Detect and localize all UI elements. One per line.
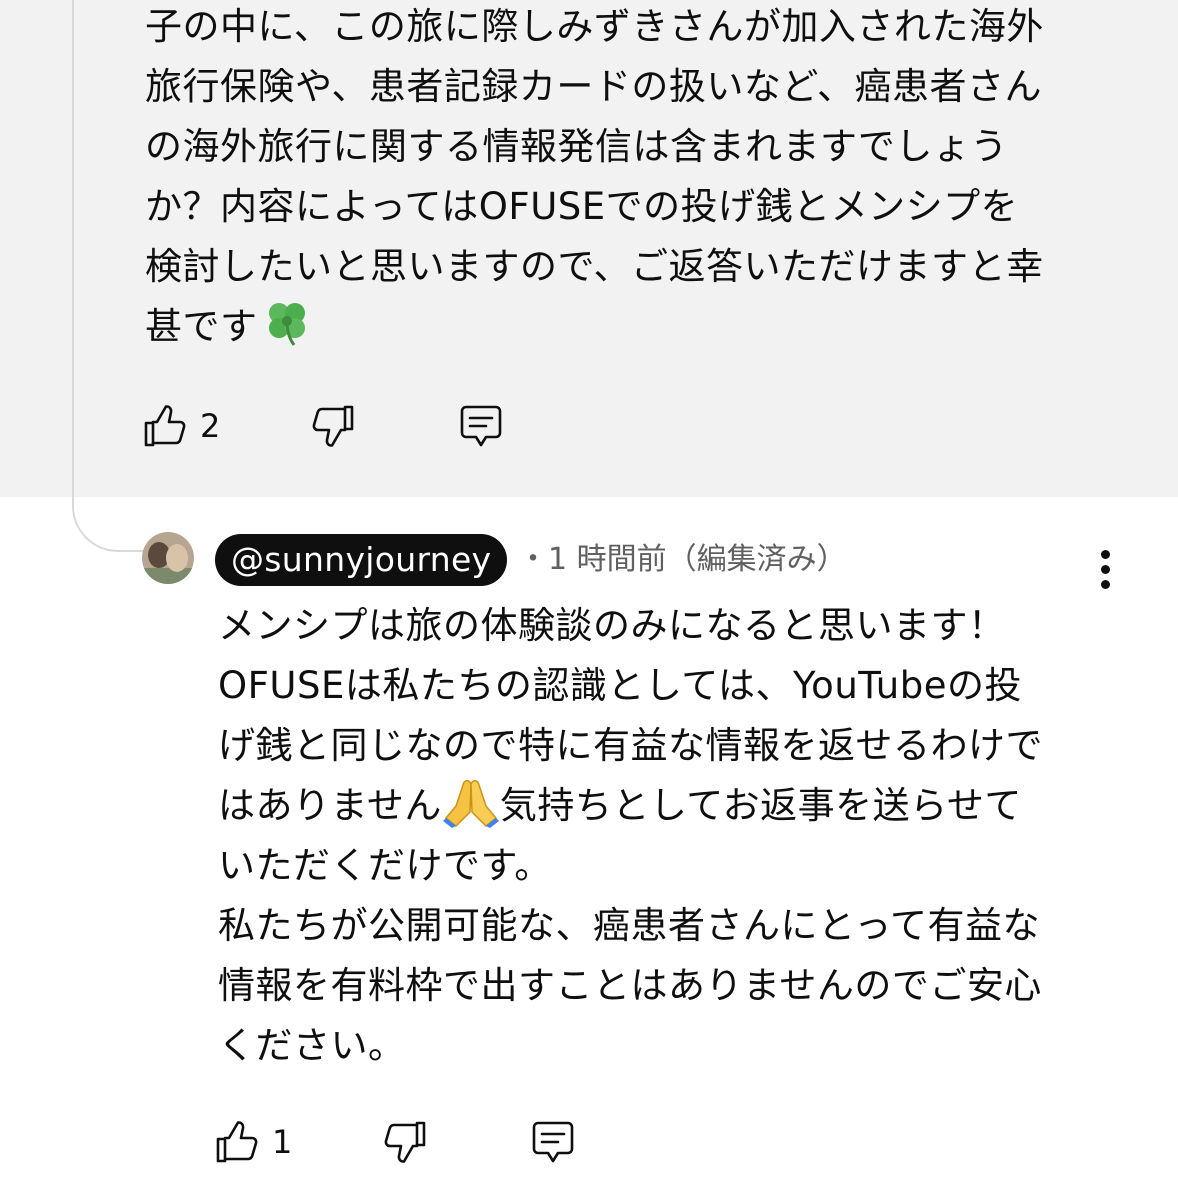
more-vert-icon[interactable]	[1086, 544, 1126, 596]
dislike-button[interactable]	[380, 1117, 528, 1167]
like-button[interactable]: 2	[140, 401, 308, 451]
thumbs-down-icon	[312, 405, 354, 447]
parent-comment-text: 子の中に、この旅に際しみずきさんが加入された海外 旅行保険や、患者記録カードの扱…	[145, 0, 1105, 357]
comment-timestamp: ・1 時間前（編集済み）	[518, 542, 847, 577]
reply-icon	[460, 405, 502, 447]
thumbs-up-icon	[144, 405, 186, 447]
thumbs-down-icon	[384, 1121, 426, 1163]
like-count: 1	[272, 1123, 293, 1161]
four-leaf-clover-icon	[268, 303, 305, 346]
like-count: 2	[200, 407, 221, 445]
avatar[interactable]	[142, 532, 194, 584]
reply-comment-text: メンシプは旅の体験談のみになると思います！ OFUSEは私たちの認識としては、Y…	[218, 596, 1118, 1076]
thumbs-up-icon	[216, 1121, 258, 1163]
folded-hands-icon	[442, 780, 499, 828]
like-button[interactable]: 1	[212, 1117, 380, 1167]
reply-icon	[532, 1121, 574, 1163]
dislike-button[interactable]	[308, 401, 456, 451]
reply-button[interactable]	[528, 1117, 578, 1167]
parent-comment-actions: 2	[140, 396, 506, 456]
parent-comment: 子の中に、この旅に際しみずきさんが加入された海外 旅行保険や、患者記録カードの扱…	[0, 0, 1178, 497]
author-handle[interactable]: @sunnyjourney	[215, 534, 508, 586]
reply-comment-actions: 1	[212, 1112, 578, 1172]
reply-button[interactable]	[456, 401, 506, 451]
thread-connector-line	[72, 0, 144, 552]
